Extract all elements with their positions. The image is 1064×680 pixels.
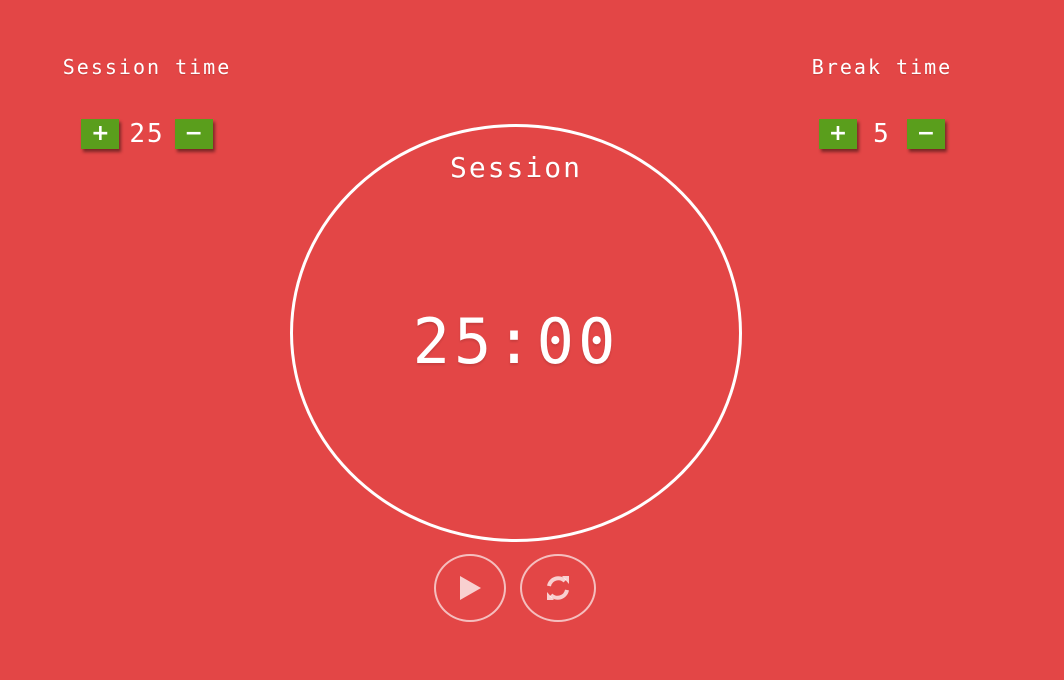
session-decrease-button[interactable]: − bbox=[174, 119, 213, 149]
session-time-title: Session time bbox=[62, 55, 232, 79]
break-increase-button[interactable]: + bbox=[819, 119, 857, 149]
break-length-value: 5 bbox=[873, 119, 891, 149]
refresh-icon bbox=[543, 573, 573, 603]
session-controls: + 25 − bbox=[27, 118, 267, 150]
session-length-value: 25 bbox=[129, 119, 165, 149]
pomodoro-page: Session time + 25 − Break time + 5 − Ses… bbox=[0, 0, 1064, 680]
break-time-title: Break time bbox=[811, 55, 953, 79]
timer-circle: Session 25:00 bbox=[290, 124, 742, 542]
plus-icon: + bbox=[91, 121, 110, 146]
session-setting: Session time + 25 − bbox=[27, 54, 267, 150]
session-increase-button[interactable]: + bbox=[81, 119, 120, 149]
minus-icon: − bbox=[184, 121, 203, 146]
reset-button[interactable] bbox=[520, 554, 596, 622]
minus-icon: − bbox=[916, 121, 936, 146]
break-controls: + 5 − bbox=[762, 118, 1002, 150]
plus-icon: + bbox=[828, 121, 848, 146]
play-button[interactable] bbox=[434, 554, 506, 622]
break-setting: Break time + 5 − bbox=[762, 54, 1002, 150]
timer-display: 25:00 bbox=[412, 305, 620, 378]
timer-label: Session bbox=[449, 151, 582, 184]
break-decrease-button[interactable]: − bbox=[907, 119, 945, 149]
play-icon bbox=[457, 574, 483, 602]
